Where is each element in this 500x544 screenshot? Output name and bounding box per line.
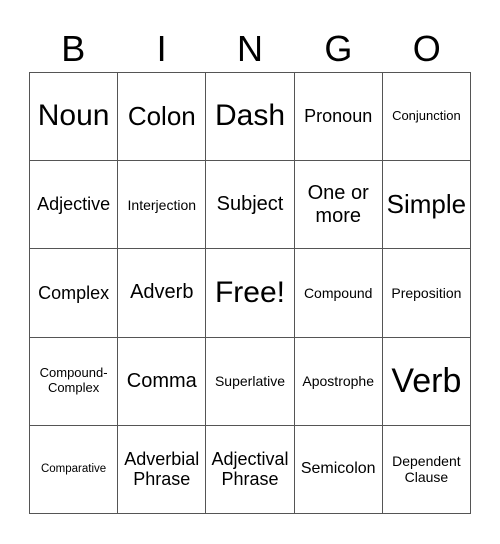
header-letter-b: B	[61, 28, 86, 69]
bingo-cell[interactable]: Semicolon	[294, 425, 383, 514]
bingo-cell[interactable]: Colon	[118, 73, 207, 162]
bingo-cell[interactable]: Preposition	[382, 249, 471, 338]
bingo-cell[interactable]: Adjective	[30, 161, 119, 250]
bingo-cell[interactable]: Noun	[30, 73, 119, 162]
header-letter-g: G	[324, 28, 353, 69]
bingo-cell[interactable]: Superlative	[206, 337, 295, 426]
bingo-cell[interactable]: Interjection	[118, 161, 207, 250]
bingo-cell[interactable]: Comparative	[30, 425, 119, 514]
header-letter-n: N	[236, 28, 263, 69]
bingo-cell[interactable]: Simple	[382, 161, 471, 250]
bingo-cell[interactable]: Subject	[206, 161, 295, 250]
bingo-cell[interactable]: Adjectival Phrase	[206, 425, 295, 514]
bingo-cell[interactable]: Dash	[206, 73, 295, 162]
bingo-cell[interactable]: Free!	[206, 249, 295, 338]
bingo-grid: Noun Colon Dash Pronoun Conjunction Adjective…	[29, 72, 471, 514]
bingo-cell[interactable]: Complex	[30, 249, 119, 338]
bingo-cell[interactable]: Verb	[382, 337, 471, 426]
bingo-header: B I N G O	[29, 26, 471, 72]
bingo-cell[interactable]: Adverbial Phrase	[118, 425, 207, 514]
bingo-cell[interactable]: Compound-Complex	[30, 337, 119, 426]
bingo-cell[interactable]: Compound	[294, 249, 383, 338]
bingo-cell[interactable]: Apostrophe	[294, 337, 383, 426]
header-letter-i: I	[156, 28, 167, 69]
bingo-cell[interactable]: Dependent Clause	[382, 425, 471, 514]
bingo-cell[interactable]: Adverb	[118, 249, 207, 338]
bingo-cell[interactable]: Conjunction	[382, 73, 471, 162]
bingo-cell[interactable]: Comma	[118, 337, 207, 426]
bingo-cell[interactable]: One or more	[294, 161, 383, 250]
bingo-cell[interactable]: Pronoun	[294, 73, 383, 162]
header-letter-o: O	[412, 28, 441, 69]
